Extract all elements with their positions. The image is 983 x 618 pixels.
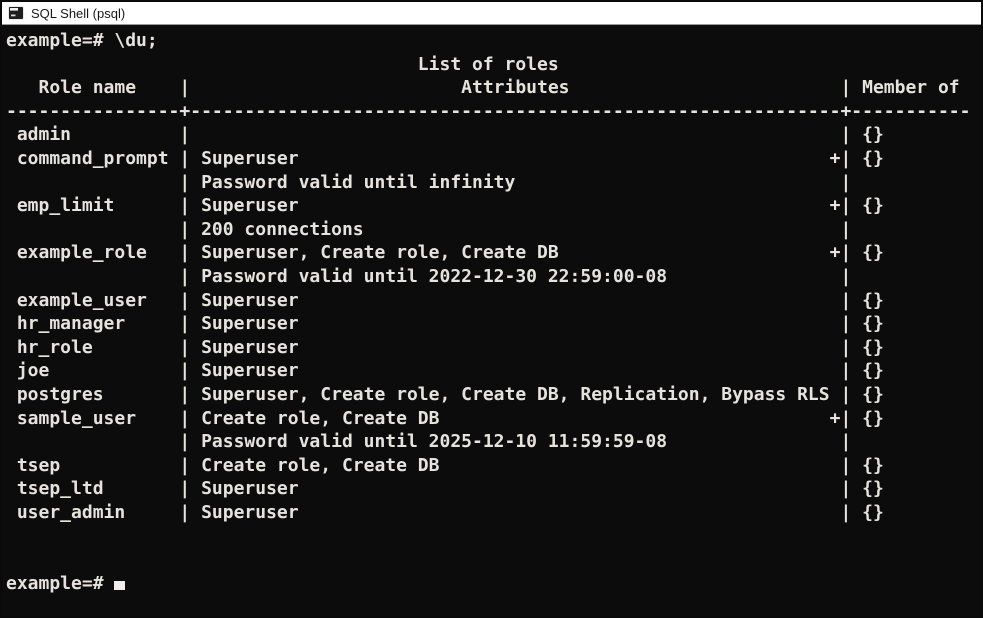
table-row: tsep_ltd | Superuser | {} [6, 477, 981, 501]
table-row-continuation: | 200 connections | [6, 218, 981, 242]
table-row-continuation: | Password valid until 2022-12-30 22:59:… [6, 265, 981, 289]
table-row: command_prompt | Superuser +| {} [6, 147, 981, 171]
table-row-continuation: | Password valid until infinity | [6, 171, 981, 195]
window-title: SQL Shell (psql) [31, 6, 125, 21]
terminal-cursor [114, 581, 125, 590]
table-row: user_admin | Superuser | {} [6, 501, 981, 525]
prompt-text: example=# [6, 573, 114, 594]
table-row: hr_manager | Superuser | {} [6, 312, 981, 336]
blank-line [6, 548, 981, 572]
table-row: example_user | Superuser | {} [6, 289, 981, 313]
console-icon [8, 6, 24, 20]
table-separator-row: ----------------+-----------------------… [6, 100, 981, 124]
table-row: postgres | Superuser, Create role, Creat… [6, 383, 981, 407]
input-prompt-line[interactable]: example=# [6, 572, 981, 596]
terminal-screen[interactable]: example=# \du; List of roles Role name |… [2, 25, 981, 616]
blank-line [6, 524, 981, 548]
table-row-continuation: | Password valid until 2025-12-10 11:59:… [6, 430, 981, 454]
table-title: List of roles [6, 53, 981, 77]
table-row: sample_user | Create role, Create DB +| … [6, 407, 981, 431]
titlebar[interactable]: SQL Shell (psql) [2, 2, 981, 25]
table-row: hr_role | Superuser | {} [6, 336, 981, 360]
table-row: example_role | Superuser, Create role, C… [6, 241, 981, 265]
table-header-row: Role name | Attributes | Member of [6, 76, 981, 100]
command-line: example=# \du; [6, 29, 981, 53]
table-row: admin | | {} [6, 123, 981, 147]
table-row: joe | Superuser | {} [6, 359, 981, 383]
table-row: emp_limit | Superuser +| {} [6, 194, 981, 218]
terminal-window: SQL Shell (psql) example=# \du; List of … [0, 0, 983, 618]
table-row: tsep | Create role, Create DB | {} [6, 454, 981, 478]
